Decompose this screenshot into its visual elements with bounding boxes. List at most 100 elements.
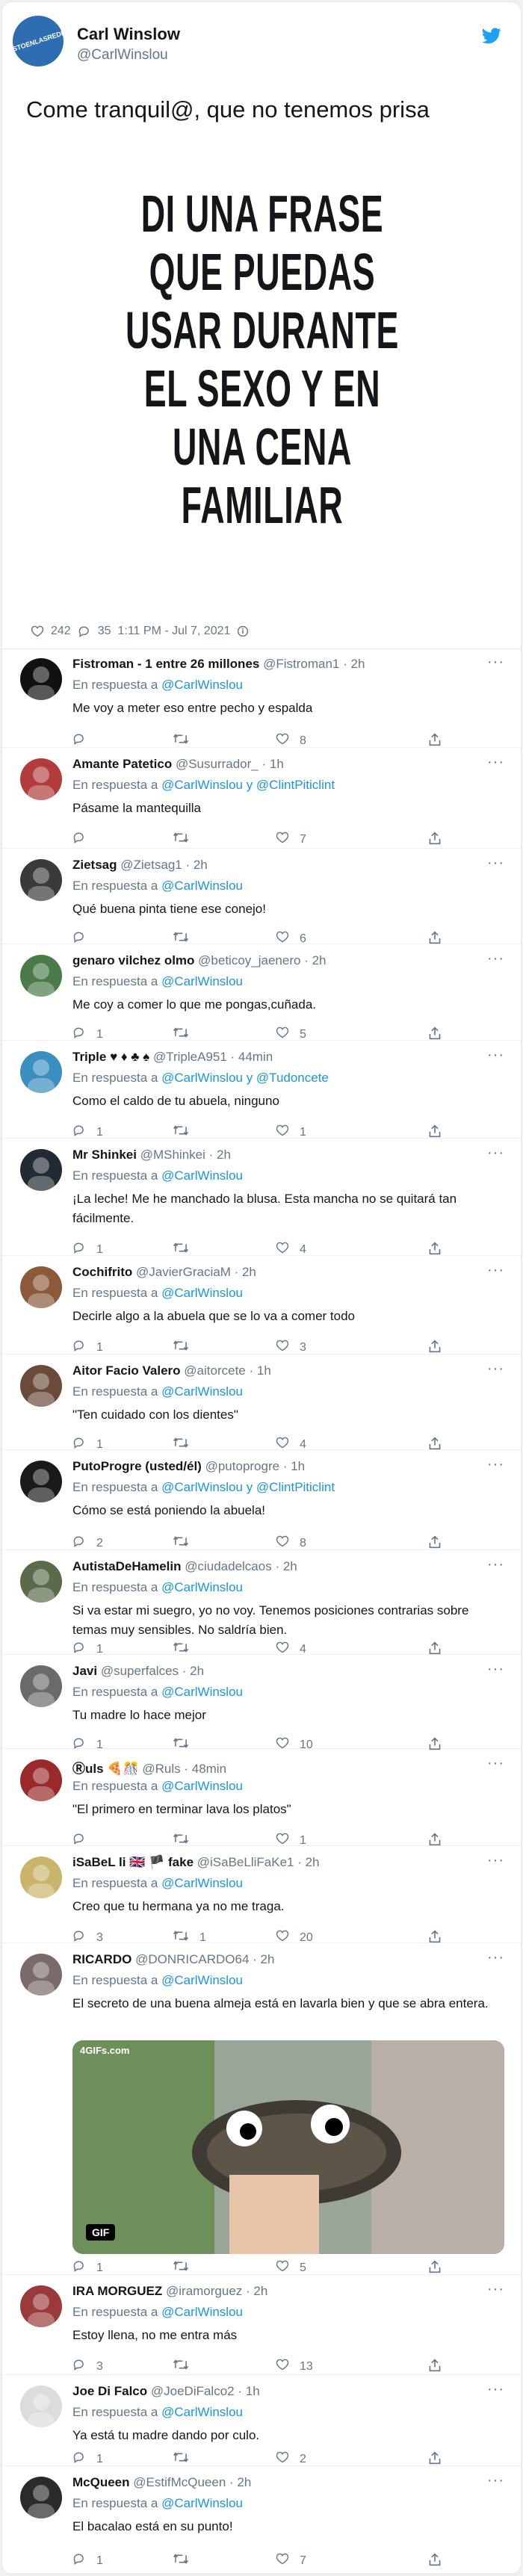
reply-to-users[interactable]: @CarlWinslou (161, 678, 243, 692)
reply-avatar[interactable] (20, 1665, 62, 1707)
reply-to-users[interactable]: @CarlWinslou (161, 2496, 243, 2510)
reply-button[interactable]: 2 (72, 1535, 103, 1551)
more-options-icon[interactable]: ··· (487, 2472, 504, 2489)
like-button[interactable]: 7 (276, 832, 306, 847)
more-options-icon[interactable]: ··· (487, 1145, 504, 1162)
reply-author-name[interactable]: Zietsag (72, 858, 117, 872)
reply-time[interactable]: 2h (261, 1952, 275, 1966)
reply-item[interactable]: PutoProgre (usted/él) @putoprogre · 1h ··… (2, 1450, 521, 1551)
reply-item[interactable]: McQueen @EstifMcQueen · 2h ··· En respuest… (2, 2466, 521, 2574)
more-options-icon[interactable]: ··· (487, 654, 504, 671)
reply-author-name[interactable]: Joe Di Falco (72, 2384, 147, 2398)
reply-item[interactable]: Cochifrito @JavierGraciaM · 2h ··· En resp… (2, 1256, 521, 1355)
reply-author-name[interactable]: Fistroman - 1 entre 26 millones (72, 657, 259, 671)
reply-author-name[interactable]: Mr Shinkei (72, 1148, 137, 1162)
reply-item[interactable]: RICARDO @DONRICARDO64 · 2h ··· En respuest… (2, 1943, 521, 2276)
reply-author-name[interactable]: Amante Patetico (72, 757, 172, 771)
reply-button[interactable]: 1 (72, 2553, 103, 2569)
retweet-button[interactable] (173, 1027, 199, 1042)
reply-avatar[interactable] (20, 658, 62, 700)
reply-item[interactable]: Joe Di Falco @JoeDiFalco2 · 1h ··· En resp… (2, 2375, 521, 2466)
reply-to-users[interactable]: @CarlWinslou (161, 1286, 243, 1300)
reply-time[interactable]: 2h (253, 2284, 267, 2298)
reply-to-users[interactable]: @CarlWinslou (161, 1580, 243, 1594)
reply-to-users[interactable]: @CarlWinslou (161, 1384, 243, 1399)
reply-author-handle[interactable]: @EstifMcQueen (133, 2475, 226, 2489)
more-options-icon[interactable]: ··· (487, 1556, 504, 1573)
retweet-button[interactable] (173, 1535, 199, 1551)
reply-avatar[interactable] (20, 1857, 62, 1898)
reply-time[interactable]: 2h (242, 1265, 256, 1279)
share-button[interactable] (428, 832, 442, 849)
reply-author-name[interactable]: PutoProgre (usted/él) (72, 1459, 202, 1473)
reply-avatar[interactable] (20, 1365, 62, 1407)
reply-author-handle[interactable]: @superfalces (101, 1664, 179, 1678)
reply-author-name[interactable]: AutistaDeHamelin (72, 1559, 181, 1573)
reply-avatar[interactable] (20, 1759, 62, 1801)
reply-item[interactable]: Amante Patetico @Susurrador_ · 1h ··· En r… (2, 748, 521, 849)
reply-avatar[interactable] (20, 1149, 62, 1191)
reply-time[interactable]: 2h (217, 1148, 231, 1162)
heart-icon[interactable] (31, 625, 44, 637)
reply-author-handle[interactable]: @ciudadelcaos (185, 1559, 272, 1573)
share-button[interactable] (428, 2553, 442, 2570)
retweet-button[interactable] (173, 832, 199, 847)
reply-time[interactable]: 2h (283, 1559, 297, 1573)
reply-author-name[interactable]: McQueen (72, 2475, 130, 2489)
reply-author-handle[interactable]: @DONRICARDO64 (135, 1952, 249, 1966)
reply-to-users[interactable]: @CarlWinslou (161, 1168, 243, 1183)
like-button[interactable]: 5 (276, 2260, 306, 2276)
reply-to-users[interactable]: @CarlWinslou (161, 2405, 243, 2419)
reply-author-handle[interactable]: @JoeDiFalco2 (151, 2384, 235, 2398)
more-options-icon[interactable]: ··· (487, 1661, 504, 1678)
reply-avatar[interactable] (20, 1461, 62, 1502)
reply-button[interactable]: 3 (72, 2359, 103, 2374)
reply-to-users[interactable]: @CarlWinslou (161, 2305, 243, 2319)
reply-author-handle[interactable]: @Ruls (142, 1762, 180, 1776)
reply-time[interactable]: 2h (194, 858, 208, 872)
more-options-icon[interactable]: ··· (487, 1262, 504, 1279)
reply-author-name[interactable]: RICARDO (72, 1952, 131, 1966)
reply-button[interactable]: 1 (72, 1242, 103, 1257)
reply-item[interactable]: Javi @superfalces · 2h ··· En respuesta a … (2, 1655, 521, 1751)
reply-author-handle[interactable]: @beticoy_jaenero (198, 953, 300, 967)
reply-time[interactable]: 2h (190, 1664, 204, 1678)
like-button[interactable]: 4 (276, 1242, 306, 1257)
reply-item[interactable]: Triple ♥ ♦ ♣ ♠ @TripleA951 · 44min ··· En … (2, 1041, 521, 1140)
like-button[interactable]: 3 (276, 1340, 306, 1355)
reply-time[interactable]: 1h (257, 1363, 271, 1378)
retweet-button[interactable] (173, 2553, 199, 2569)
reply-button[interactable]: 1 (72, 1027, 103, 1042)
reply-avatar[interactable] (20, 1051, 62, 1093)
reply-to-users[interactable]: @CarlWinslou (161, 1779, 243, 1793)
reply-author-name[interactable]: IRA MORGUEZ (72, 2284, 162, 2298)
reply-button[interactable] (72, 832, 96, 847)
reply-author-handle[interactable]: @JavierGraciaM (136, 1265, 231, 1279)
reply-time[interactable]: 2h (312, 953, 327, 967)
more-options-icon[interactable]: ··· (487, 1949, 504, 1966)
retweet-button[interactable] (173, 1340, 199, 1355)
reply-author-handle[interactable]: @Zietsag1 (120, 858, 182, 872)
author-avatar[interactable]: VISTOENLASREDES (5, 9, 70, 73)
retweet-button[interactable] (173, 2260, 199, 2276)
more-options-icon[interactable]: ··· (487, 1047, 504, 1064)
like-button[interactable]: 1 (276, 1124, 306, 1140)
reply-time[interactable]: 1h (291, 1459, 305, 1473)
reply-button[interactable]: 1 (72, 1124, 103, 1140)
reply-author-handle[interactable]: @Susurrador_ (176, 757, 259, 771)
reply-author-handle[interactable]: @iramorguez (166, 2284, 242, 2298)
like-button[interactable]: 8 (276, 1535, 306, 1551)
reply-avatar[interactable] (20, 758, 62, 800)
like-button[interactable]: 7 (276, 2553, 306, 2569)
reply-avatar[interactable] (20, 1266, 62, 1308)
reply-time[interactable]: 48min (192, 1762, 226, 1776)
reply-item[interactable]: iSaBeL li 🇬🇧 🏴 fake @iSaBeLliFaKe1 · 2h ·… (2, 1846, 521, 1944)
twitter-bird-icon[interactable] (482, 28, 501, 44)
author-handle[interactable]: @CarlWinslou (77, 47, 168, 64)
reply-author-handle[interactable]: @Fistroman1 (263, 657, 339, 671)
reply-author-name[interactable]: genaro vilchez olmo (72, 953, 194, 967)
tweet-timestamp[interactable]: 1:11 PM - Jul 7, 2021 (118, 625, 231, 638)
more-options-icon[interactable]: ··· (487, 754, 504, 771)
reply-author-name[interactable]: Aitor Facio Valero (72, 1363, 181, 1378)
like-button[interactable]: 13 (276, 2359, 313, 2374)
